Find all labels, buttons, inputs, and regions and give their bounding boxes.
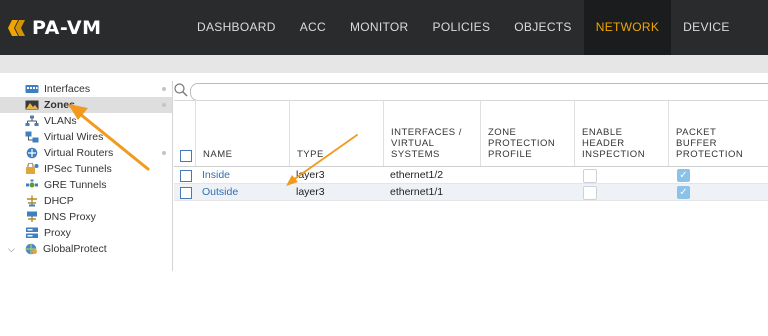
indicator-dot (162, 87, 166, 91)
column-header-type[interactable]: TYPE (289, 101, 384, 166)
sidebar-item-label: Proxy (44, 227, 71, 239)
sidebar-item-vlans[interactable]: VLANs (0, 113, 172, 129)
zone-interfaces: ethernet1/1 (390, 186, 444, 198)
sidebar-item-interfaces[interactable]: Interfaces (0, 81, 172, 97)
sub-toolbar (0, 55, 768, 73)
nav-tab-monitor[interactable]: MONITOR (338, 0, 421, 55)
sidebar-item-globalprotect[interactable]: ⌵ GlobalProtect (0, 241, 172, 257)
sidebar-item-dhcp[interactable]: DHCP (0, 193, 172, 209)
select-all-checkbox[interactable] (180, 150, 192, 162)
packet-buffer-checkbox: ✓ (677, 186, 690, 199)
sidebar-item-label: Virtual Wires (44, 131, 104, 143)
sidebar-item-label: GlobalProtect (43, 243, 107, 255)
sidebar-item-label: Interfaces (44, 83, 91, 95)
sidebar-item-label: DNS Proxy (44, 211, 96, 223)
zone-interfaces: ethernet1/2 (390, 169, 444, 181)
ipsec-tunnels-icon (26, 163, 39, 174)
sidebar-item-label: IPSec Tunnels (44, 163, 112, 175)
header-inspection-checkbox (583, 186, 597, 200)
sidebar-item-proxy[interactable]: Proxy (0, 225, 172, 241)
app-title: PA-VM (32, 17, 102, 39)
globalprotect-icon (25, 243, 37, 255)
nav-tab-network[interactable]: NETWORK (583, 0, 672, 55)
proxy-icon (26, 227, 38, 238)
dhcp-icon (27, 195, 37, 207)
indicator-dot (162, 103, 166, 107)
sidebar-item-label: DHCP (44, 195, 74, 207)
nav-tab-dashboard[interactable]: DASHBOARD (185, 0, 288, 55)
sidebar-item-label: GRE Tunnels (44, 179, 107, 191)
packet-buffer-checkbox: ✓ (677, 169, 690, 182)
sidebar-item-virtual-wires[interactable]: Virtual Wires (0, 129, 172, 145)
search-icon[interactable] (174, 83, 188, 97)
zone-type: layer3 (296, 169, 325, 181)
table-row[interactable]: Outside layer3 ethernet1/1 ✓ (174, 184, 768, 201)
sidebar-item-ipsec-tunnels[interactable]: IPSec Tunnels (0, 161, 172, 177)
column-header-header-inspection[interactable]: ENABLE HEADER INSPECTION (574, 101, 669, 166)
chevron-down-icon[interactable]: ⌵ (8, 244, 18, 255)
column-header-name[interactable]: NAME (195, 101, 290, 166)
nav-tab-acc[interactable]: ACC (288, 0, 338, 55)
virtual-wires-icon (25, 131, 39, 143)
interfaces-icon (25, 85, 39, 93)
row-checkbox[interactable] (180, 170, 192, 182)
search-input[interactable] (190, 83, 768, 101)
indicator-dot (162, 151, 166, 155)
paloalto-logo-icon (8, 20, 25, 36)
zone-name-link[interactable]: Inside (202, 167, 230, 183)
gre-tunnels-icon (26, 179, 38, 188)
sidebar-item-label: VLANs (44, 115, 77, 127)
column-header-zone-protection[interactable]: ZONE PROTECTION PROFILE (480, 101, 575, 166)
zones-icon (25, 100, 39, 110)
header-inspection-checkbox (583, 169, 597, 183)
main-nav: DASHBOARD ACC MONITOR POLICIES OBJECTS N… (185, 0, 742, 55)
table-header: NAME TYPE INTERFACES / VIRTUAL SYSTEMS Z… (174, 100, 768, 167)
nav-tab-device[interactable]: DEVICE (671, 0, 741, 55)
sidebar-item-dns-proxy[interactable]: DNS Proxy (0, 209, 172, 225)
filter-bar (174, 83, 768, 101)
network-sidebar: Interfaces Zones VLANs Virtual Wires Vir… (0, 81, 173, 271)
sidebar-item-zones[interactable]: Zones (0, 97, 172, 113)
sidebar-item-label: Zones (44, 99, 75, 111)
table-row[interactable]: Inside layer3 ethernet1/2 ✓ (174, 167, 768, 184)
sidebar-item-label: Virtual Routers (44, 147, 114, 159)
nav-tab-objects[interactable]: OBJECTS (502, 0, 583, 55)
sidebar-item-virtual-routers[interactable]: Virtual Routers (0, 145, 172, 161)
zone-name-link[interactable]: Outside (202, 184, 238, 200)
sidebar-item-gre-tunnels[interactable]: GRE Tunnels (0, 177, 172, 193)
column-header-packet-buffer[interactable]: PACKET BUFFER PROTECTION (668, 101, 768, 166)
vlans-icon (25, 115, 39, 126)
column-header-interfaces[interactable]: INTERFACES / VIRTUAL SYSTEMS (383, 101, 481, 166)
top-navigation-bar: PA-VM DASHBOARD ACC MONITOR POLICIES OBJ… (0, 0, 768, 55)
row-checkbox[interactable] (180, 187, 192, 199)
dns-proxy-icon (27, 211, 37, 222)
zone-type: layer3 (296, 186, 325, 198)
virtual-routers-icon (26, 147, 38, 159)
nav-tab-policies[interactable]: POLICIES (421, 0, 503, 55)
app-logo[interactable]: PA-VM (8, 17, 102, 39)
